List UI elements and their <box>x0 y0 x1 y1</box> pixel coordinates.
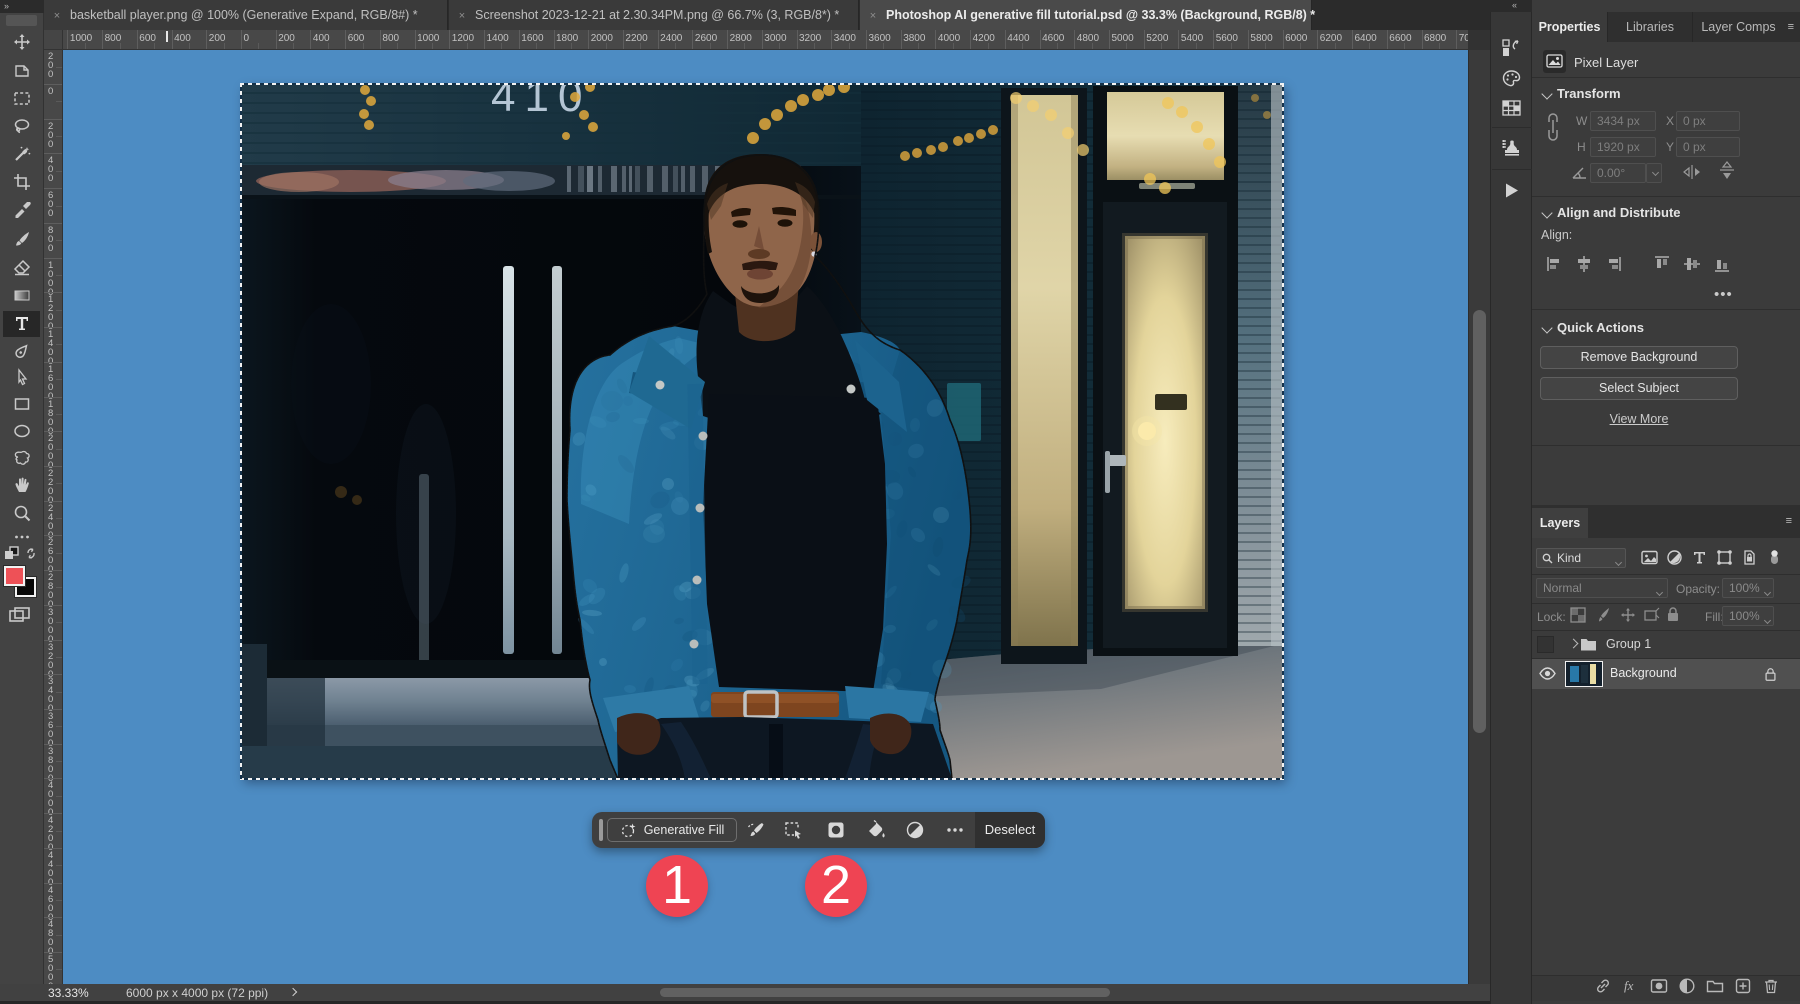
svg-text:410: 410 <box>491 84 591 121</box>
svg-text:fx: fx <box>1624 978 1634 993</box>
